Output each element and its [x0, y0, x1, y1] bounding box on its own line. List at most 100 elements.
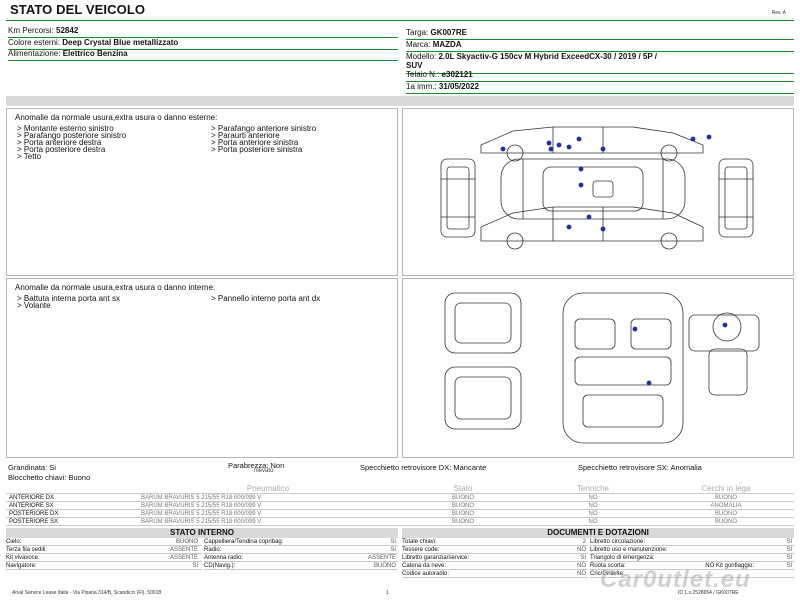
- kv-row: Navigatore: SI: [6, 562, 202, 570]
- tyre-position: POSTERIORE DX: [6, 509, 138, 518]
- tyre-position: ANTERIORE SX: [6, 501, 138, 510]
- documenti-title: DOCUMENTI E DOTAZIONI: [402, 528, 794, 538]
- imm-label: 1a imm.:: [406, 82, 437, 91]
- car-rear-view: [718, 158, 754, 238]
- tyre-tecniche: NO: [528, 517, 658, 526]
- damage-marker: [690, 136, 696, 142]
- interior-top-view: [562, 292, 684, 444]
- damage-marker: [578, 182, 584, 188]
- kv-row: Totale chiavi: 2: [402, 539, 588, 546]
- table-row: POSTERIORE SX BARUM BRAVURIS 5 215/55 R1…: [6, 517, 794, 526]
- damage-marker: [600, 146, 606, 152]
- fuel-value: Elettrico Benzina: [62, 49, 128, 58]
- tyre-stato: BUONO: [398, 493, 528, 502]
- car-exterior-diagram: [440, 126, 754, 250]
- door-panel-top-right: [688, 314, 760, 352]
- specchietto-dx-label: Specchietto retrovisore DX: Mancante: [360, 463, 487, 472]
- footer-company: Arval Service Lease Italia - Via Pisana …: [12, 590, 162, 596]
- kv-row: Triangolo di emergenza: SI: [590, 555, 794, 562]
- tyres-header-stato: Stato: [398, 484, 528, 494]
- telaio-label: Telaio N.:: [406, 70, 440, 79]
- internal-diagram-panel: [402, 278, 794, 458]
- modello-value-cont: SUV: [406, 61, 423, 70]
- external-damage-panel: Anomalie da normale usura,extra usura o …: [6, 108, 398, 276]
- tyre-cerchi: BUONO: [658, 517, 794, 526]
- damage-item: > Tetto: [17, 152, 42, 161]
- tyres-header-cerchi: Cerchi in lega: [658, 484, 794, 494]
- damage-marker: [646, 380, 652, 386]
- tyre-model: BARUM BRAVURIS 5 215/55 R18 000/099 V: [138, 501, 398, 510]
- tyres-table: Pneumatico Stato Tenniche Cerchi in lega…: [6, 484, 794, 526]
- internal-damage-title: Anomalie da normale usura,extra usura o …: [15, 283, 216, 292]
- km-label: Km Percorsi:: [8, 26, 54, 35]
- kv-row: Cappelliera/Tendina copribag: SI: [204, 539, 398, 546]
- telaio-value: e302121: [441, 70, 473, 79]
- table-row: POSTERIORE DX BARUM BRAVURIS 5 215/55 R1…: [6, 509, 794, 518]
- colour-label: Colore esterni:: [8, 38, 61, 47]
- documenti-left: Totale chiavi: 2 Tessere code: NO Libretto…: [402, 538, 588, 578]
- table-row: ANTERIORE DX BARUM BRAVURIS 5 215/55 R18…: [6, 493, 794, 502]
- steering-wheel-view: [708, 312, 748, 396]
- stato-interno-title: STATO INTERNO: [6, 528, 398, 538]
- section-band: [6, 96, 794, 106]
- damage-marker: [578, 166, 584, 172]
- kv-row: Terza fila sedili: ASSENTE: [6, 546, 202, 554]
- parabrezza-sub: rilevato: [254, 468, 274, 474]
- page-title: STATO DEL VEICOLO: [10, 2, 146, 17]
- kv-row: Radio: SI: [204, 547, 398, 554]
- tyre-position: POSTERIORE SX: [6, 517, 138, 526]
- door-panel-top-left: [444, 292, 522, 354]
- tyre-model: BARUM BRAVURIS 5 215/55 R18 000/099 V: [138, 493, 398, 502]
- tyre-tecniche: NO: [528, 493, 658, 502]
- km-row: Km Percorsi: 52842: [8, 26, 398, 38]
- kv-row: Codice autoradio: NO: [402, 571, 588, 578]
- tyre-stato: BUONO: [398, 509, 528, 518]
- title-divider: [6, 20, 794, 21]
- revision-label: Rev. A: [771, 10, 786, 16]
- footer-page-number: 1: [386, 590, 389, 596]
- tyres-header-tecniche: Tenniche: [528, 484, 658, 494]
- fuel-label: Alimentazione:: [8, 49, 61, 58]
- tyre-model: BARUM BRAVURIS 5 215/55 R18 000/099 V: [138, 509, 398, 518]
- damage-item: > Porta posteriore sinistra: [211, 145, 303, 154]
- marca-label: Marca:: [406, 40, 431, 49]
- car-left-profile: [480, 126, 704, 162]
- tyre-model: BARUM BRAVURIS 5 215/55 R18 000/099 V: [138, 517, 398, 526]
- marca-row: Marca: MAZDA: [406, 40, 794, 52]
- kv-row: CD(Navig.): BUONO: [204, 563, 398, 570]
- tyres-header-row: Pneumatico Stato Tenniche Cerchi in lega: [6, 484, 794, 494]
- tyre-tecniche: NO: [528, 509, 658, 518]
- specchietto-sx-label: Specchietto retrovisore SX: Anomalia: [578, 463, 702, 472]
- stato-interno-right: Cappelliera/Tendina copribag: SI Radio: SI…: [204, 538, 398, 570]
- door-panel-bottom-left: [444, 366, 522, 430]
- damage-marker: [566, 224, 572, 230]
- tyre-cerchi: BUONO: [658, 493, 794, 502]
- colour-value: Deep Crystal Blue metallizzato: [62, 38, 179, 47]
- tyre-tecniche: NO: [528, 501, 658, 510]
- tyres-header-pneumatico: Pneumatico: [138, 484, 398, 494]
- tyre-stato: BUONO: [398, 517, 528, 526]
- car-right-profile: [480, 206, 704, 250]
- table-row: ANTERIORE SX BARUM BRAVURIS 5 215/55 R18…: [6, 501, 794, 510]
- imm-value: 31/05/2022: [438, 82, 479, 91]
- km-value: 52842: [56, 26, 79, 35]
- damage-marker: [566, 144, 572, 150]
- damage-item: > Volante: [17, 301, 51, 310]
- internal-damage-list-right: > Pannello interno porta ant dx: [211, 295, 320, 303]
- external-damage-list-left: > Montante esterno sinistro > Parafango …: [17, 125, 126, 161]
- telaio-row: Telaio N.: e302121: [406, 70, 794, 82]
- marca-value: MAZDA: [432, 40, 462, 49]
- internal-damage-panel: Anomalie da normale usura,extra usura o …: [6, 278, 398, 458]
- blocchetto-label: Blocchetto chiavi: Buono: [8, 473, 91, 482]
- targa-label: Targa:: [406, 28, 429, 37]
- watermark-logo: Car0utlet.eu: [600, 566, 751, 593]
- grandinata-label: Grandinata: Si: [8, 463, 56, 472]
- damage-marker: [556, 142, 562, 148]
- modello-value: 2.0L Skyactiv-G 150cv M Hybrid ExceedCX-…: [438, 52, 657, 61]
- modello-label: Modello:: [406, 52, 437, 61]
- damage-marker: [546, 140, 552, 146]
- kv-row: Antenna radio: ASSENTE: [204, 555, 398, 562]
- damage-marker: [706, 134, 712, 140]
- targa-value: GK007RE: [430, 28, 467, 37]
- external-diagram-panel: [402, 108, 794, 276]
